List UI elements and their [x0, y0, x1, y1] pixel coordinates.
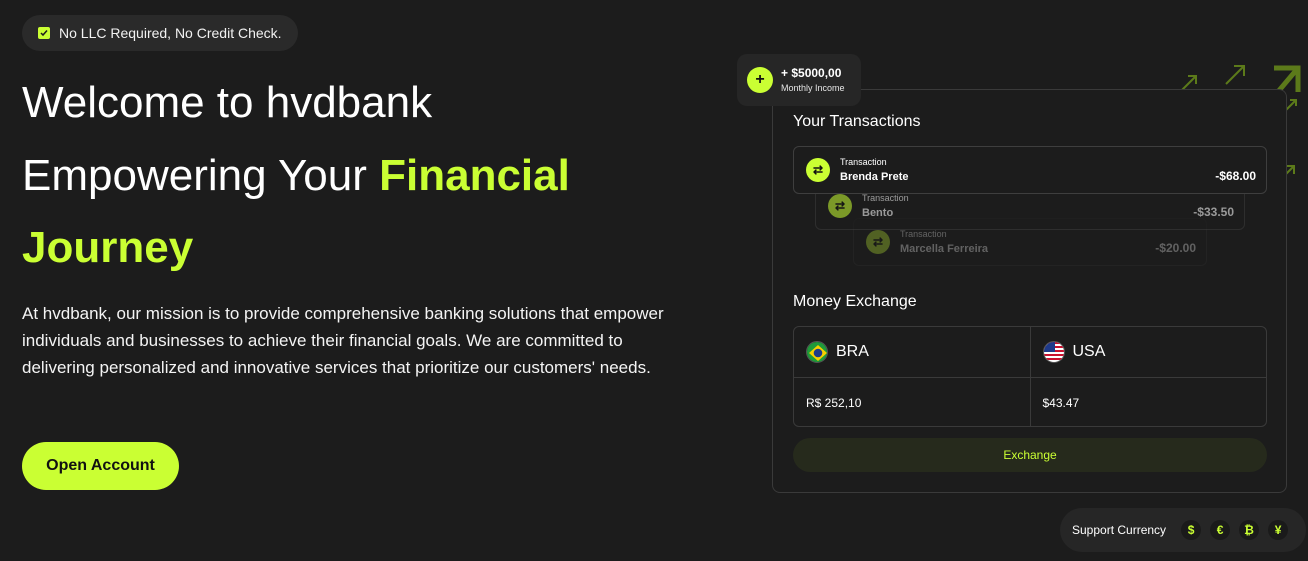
exchange-table: BRA USA R$ 252,10 $43.47 — [793, 326, 1267, 427]
yen-icon: ¥ — [1268, 520, 1289, 540]
plus-icon: + — [747, 67, 773, 93]
transaction-kind: Transaction — [840, 157, 887, 167]
hero-title-accent: Financial — [379, 151, 570, 200]
from-currency-code: BRA — [836, 343, 869, 360]
income-label: Monthly Income — [781, 82, 845, 93]
transactions-title: Your Transactions — [793, 113, 921, 130]
check-icon — [38, 27, 50, 39]
transfer-icon: ⇄ — [828, 194, 852, 218]
support-currency-bar: Support Currency $ € ₿ ¥ — [1060, 508, 1306, 552]
transfer-icon: ⇄ — [866, 230, 890, 254]
exchange-button[interactable]: Exchange — [793, 438, 1267, 472]
to-amount-value: $43.47 — [1042, 395, 1080, 410]
transaction-name: Marcella Ferreira — [900, 243, 989, 255]
transaction-amount: -$33.50 — [1193, 205, 1234, 219]
hero-description: At hvdbank, our mission is to provide co… — [22, 304, 664, 377]
dollar-icon: $ — [1181, 520, 1202, 540]
transaction-name: Brenda Prete — [840, 171, 909, 183]
feature-badge: No LLC Required, No Credit Check. — [22, 15, 298, 51]
to-currency-code: USA — [1072, 343, 1106, 360]
hero-title-line1: Welcome to hvdbank — [22, 78, 433, 127]
transfer-icon: ⇄ — [806, 158, 830, 182]
transaction-amount: -$20.00 — [1155, 241, 1196, 255]
hero-title-line3: Journey — [22, 223, 194, 272]
hero-title-plain: Empowering Your — [22, 151, 380, 200]
transaction-amount: -$68.00 — [1215, 169, 1256, 183]
hero-title-line2: Empowering Your Financial — [22, 154, 570, 198]
bitcoin-icon: ₿ — [1239, 520, 1260, 540]
monthly-income-chip: + + $5000,00 Monthly Income — [737, 54, 861, 106]
money-exchange-title: Money Exchange — [793, 293, 917, 310]
from-amount-value: R$ 252,10 — [806, 395, 862, 410]
feature-badge-text: No LLC Required, No Credit Check. — [59, 25, 282, 41]
income-amount: + $5000,00 — [781, 65, 842, 80]
euro-icon: € — [1210, 520, 1231, 540]
usa-flag-icon — [1042, 341, 1065, 363]
to-amount-field[interactable]: $43.47 — [1029, 378, 1267, 426]
transaction-name: Bento — [862, 207, 894, 219]
open-account-button[interactable]: Open Account — [22, 442, 179, 490]
transaction-item[interactable]: ⇄ Transaction Brenda Prete -$68.00 — [793, 146, 1267, 194]
to-currency-selector[interactable]: USA — [1029, 327, 1267, 377]
banking-card: Your Transactions ⇄ Transaction Marcella… — [772, 89, 1287, 493]
support-currency-label: Support Currency — [1072, 523, 1167, 537]
brazil-flag-icon — [806, 341, 828, 363]
from-currency-selector[interactable]: BRA — [794, 327, 1030, 377]
from-amount-field[interactable]: R$ 252,10 — [794, 378, 1030, 426]
